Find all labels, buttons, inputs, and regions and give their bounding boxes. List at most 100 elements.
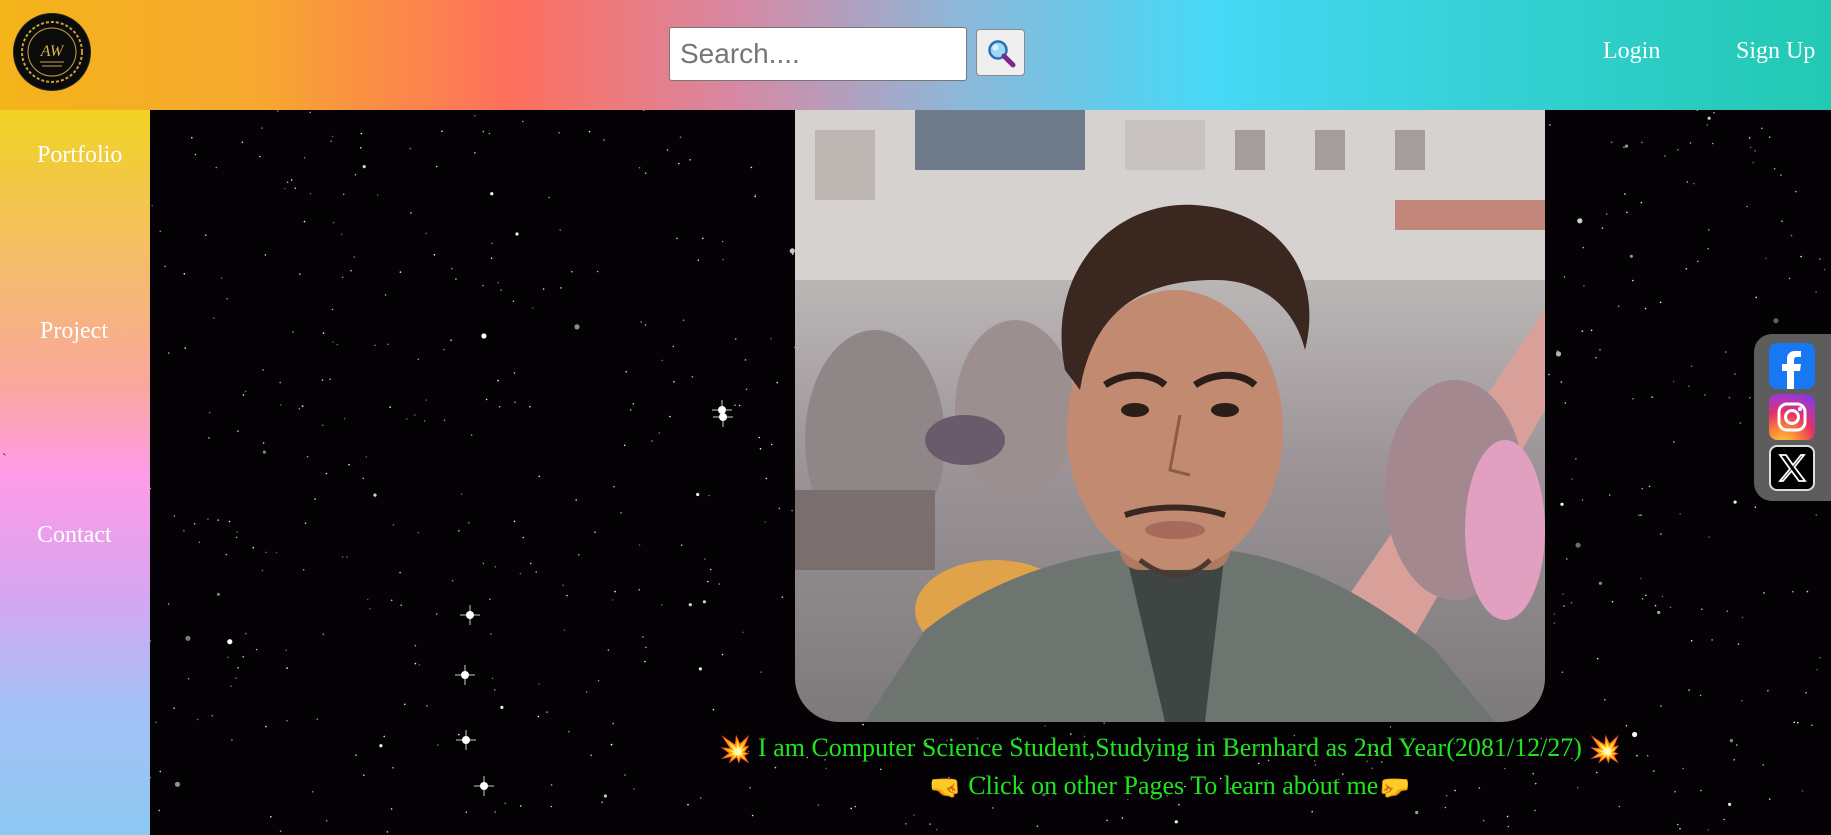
star	[1773, 168, 1776, 170]
star	[417, 531, 420, 534]
star	[1685, 268, 1688, 270]
star	[614, 590, 616, 593]
star	[702, 600, 707, 604]
star	[1575, 542, 1581, 548]
star	[1792, 590, 1794, 593]
star	[362, 477, 365, 480]
stray-character: `	[2, 452, 7, 467]
star	[529, 405, 531, 408]
x-twitter-link[interactable]	[1769, 445, 1815, 491]
star	[497, 379, 499, 382]
star	[490, 633, 492, 635]
star	[745, 388, 748, 391]
star	[1564, 402, 1567, 404]
star	[482, 130, 485, 133]
star	[680, 544, 683, 546]
star	[751, 814, 754, 817]
star	[259, 155, 261, 158]
star	[400, 604, 402, 606]
star	[594, 531, 596, 533]
star	[1570, 602, 1573, 604]
collision-emoji-icon: 💥	[1588, 735, 1621, 765]
star	[329, 378, 331, 381]
star	[1632, 279, 1634, 282]
star	[216, 592, 220, 596]
star	[369, 607, 371, 610]
star	[610, 743, 613, 746]
star	[817, 804, 820, 806]
star	[414, 662, 417, 665]
star	[1797, 721, 1799, 724]
star	[1560, 502, 1564, 506]
star	[390, 599, 393, 602]
star	[242, 394, 245, 396]
star	[237, 667, 239, 669]
star	[1645, 594, 1647, 597]
star	[406, 418, 408, 420]
star	[279, 830, 282, 832]
search-button[interactable]	[976, 29, 1025, 76]
star	[1640, 514, 1642, 516]
star	[1648, 485, 1651, 488]
star	[1632, 398, 1634, 400]
star	[825, 767, 828, 770]
star	[350, 269, 352, 272]
star	[514, 401, 516, 404]
star	[1669, 606, 1672, 609]
star	[574, 324, 580, 330]
star	[443, 419, 446, 422]
star	[150, 487, 151, 490]
star	[632, 403, 635, 405]
star	[1563, 276, 1566, 278]
star	[1763, 592, 1765, 594]
star	[346, 556, 348, 558]
search-input[interactable]	[669, 27, 967, 81]
sidebar-item-contact[interactable]: Contact	[37, 522, 112, 549]
star	[226, 298, 228, 300]
star	[624, 774, 626, 776]
star	[332, 341, 334, 343]
star	[183, 273, 186, 275]
star	[376, 194, 379, 196]
sidebar-item-project[interactable]: Project	[40, 318, 108, 345]
star	[1686, 181, 1689, 183]
star	[1641, 487, 1644, 490]
star	[1311, 810, 1313, 813]
star	[1741, 699, 1743, 702]
star	[1599, 349, 1601, 351]
star	[596, 270, 599, 273]
login-link[interactable]: Login	[1603, 38, 1660, 65]
star	[482, 562, 485, 565]
star	[1562, 593, 1564, 595]
star	[1704, 394, 1706, 396]
star	[262, 450, 266, 454]
star	[538, 475, 540, 478]
aw-logo[interactable]: AW	[14, 14, 90, 90]
star	[207, 518, 209, 520]
star	[520, 805, 522, 807]
star	[679, 136, 682, 138]
star	[244, 390, 247, 393]
star	[1482, 819, 1485, 822]
star	[336, 343, 339, 346]
star	[687, 803, 689, 806]
signup-link[interactable]: Sign Up	[1736, 38, 1815, 65]
star	[642, 110, 645, 111]
star	[718, 583, 721, 585]
instagram-link[interactable]	[1769, 394, 1815, 440]
sidebar-item-portfolio[interactable]: Portfolio	[37, 142, 122, 169]
star	[644, 660, 646, 663]
logo-monogram: AW	[40, 43, 65, 60]
star	[435, 165, 438, 168]
star	[491, 242, 493, 245]
star	[644, 324, 647, 326]
star	[691, 376, 694, 378]
star	[414, 414, 416, 416]
facebook-link[interactable]	[1769, 343, 1815, 389]
bright-star	[455, 665, 475, 685]
star	[522, 120, 524, 123]
star	[242, 656, 244, 658]
star	[404, 703, 406, 706]
star	[1728, 802, 1732, 807]
star	[433, 254, 436, 256]
